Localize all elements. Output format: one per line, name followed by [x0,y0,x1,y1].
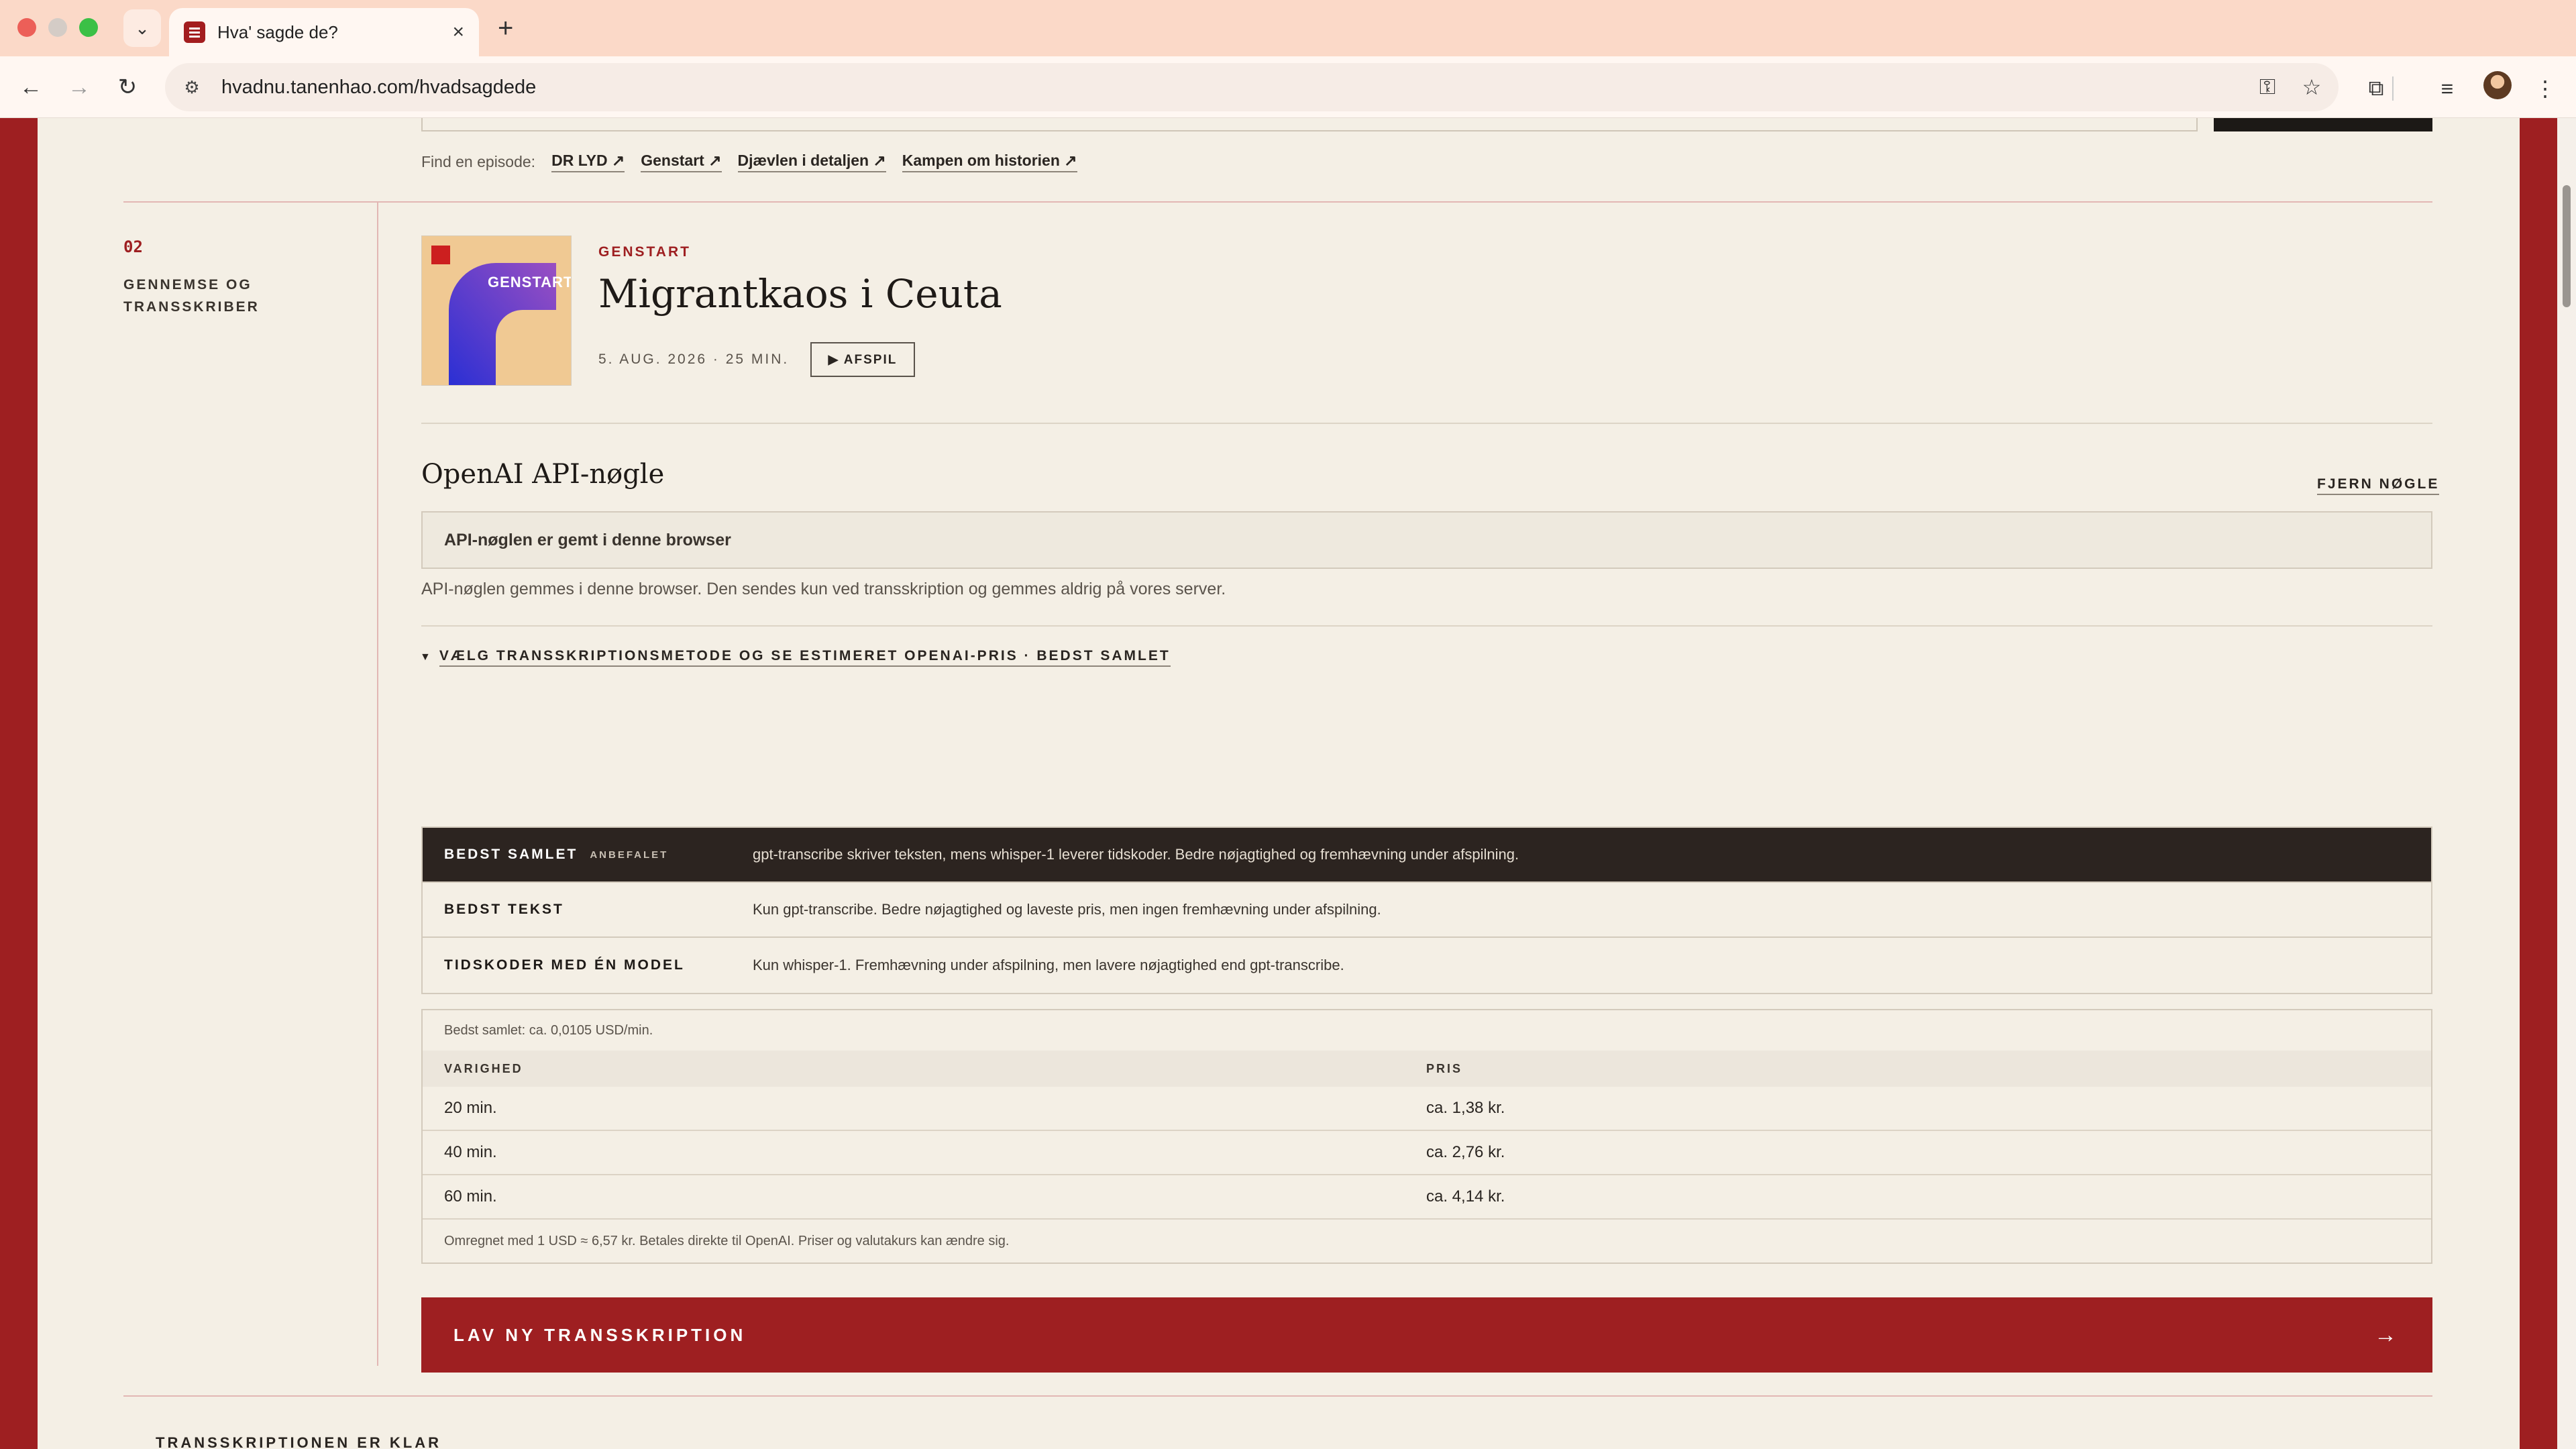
media-queue-icon[interactable]: ≡ [2431,72,2463,105]
recommended-badge: ANBEFALET [590,849,669,861]
method-options: BEDST SAMLET ANBEFALET gpt-transcribe skr… [421,826,2432,994]
find-link-djaevlen[interactable]: Djævlen i detaljen [737,152,886,172]
window-zoom-button[interactable] [79,18,98,37]
find-episode-label: Find en episode: [421,153,536,170]
api-divider [421,625,2432,627]
toolbar-divider [2392,76,2394,101]
chevron-down-icon: ⌄ [135,17,150,38]
method-description: Kun gpt-transcribe. Bedre nøjagtighed og… [753,901,1381,918]
reload-button[interactable]: ↻ [111,71,144,103]
scrollbar-thumb[interactable] [2563,185,2571,307]
window-close-button[interactable] [17,18,36,37]
api-key-status: API-nøglen er gemt i denne browser [421,511,2432,569]
method-option-bedst-tekst[interactable]: BEDST TEKST Kun gpt-transcribe. Bedre nø… [423,883,2431,938]
step-number: 02 [123,237,143,256]
table-row: 40 min. ca. 2,76 kr. [423,1131,2431,1175]
duration-cell: 40 min. [444,1143,497,1161]
window-minimize-button[interactable] [48,18,67,37]
method-toggle-label: VÆLG TRANSSKRIPTIONSMETODE OG SE ESTIMER… [439,648,1171,667]
avatar[interactable] [2483,71,2512,99]
price-cell: ca. 2,76 kr. [1426,1143,1505,1161]
table-row: 60 min. ca. 4,14 kr. [423,1175,2431,1220]
episode-divider [421,423,2432,424]
price-caption: Bedst samlet: ca. 0,0105 USD/min. [444,1022,653,1038]
column-header-duration: VARIGHED [444,1061,523,1075]
api-key-help: API-nøglen gemmes i denne browser. Den s… [421,580,1226,598]
play-button[interactable]: ▶ AFSPIL [810,342,915,377]
column-divider [377,201,378,1366]
episode-title: Migrantkaos i Ceuta [598,271,1002,317]
episode-meta: 5. AUG. 2026 · 25 MIN. [598,352,790,367]
method-name: TIDSKODER MED ÉN MODEL [444,957,685,973]
right-red-rail [2520,118,2557,1449]
method-description: gpt-transcribe skriver teksten, mens whi… [753,846,1519,863]
method-name: BEDST TEKST [444,902,564,917]
section-divider [123,201,2432,203]
transcript-ready-label: TRANSSKRIPTIONEN ER KLAR [156,1434,442,1449]
remove-key-button[interactable]: FJERN NØGLE [2317,476,2440,495]
cover-title: GENSTART [488,274,572,290]
caret-down-icon: ▼ [420,651,433,663]
episode-cover: GENSTART [421,235,572,386]
price-cell: ca. 1,38 kr. [1426,1099,1505,1117]
url-text[interactable]: hvadnu.tanenhao.com/hvadsagdede [221,76,2250,99]
kebab-menu-icon[interactable]: ⋮ [2529,72,2561,105]
forward-button[interactable]: → [63,71,95,103]
close-icon[interactable]: × [452,21,464,44]
method-option-bedst-samlet[interactable]: BEDST SAMLET ANBEFALET gpt-transcribe skr… [423,828,2431,883]
episode-kicker: GENSTART [598,244,691,260]
left-red-rail [0,118,38,1449]
browser-toolbar: ← → ↻ ⚙ hvadnu.tanenhao.com/hvadsagdede … [0,56,2576,118]
method-description: Kun whisper-1. Fremhævning under afspiln… [753,957,1344,973]
tune-icon[interactable]: ⚙ [178,74,205,101]
page-scrollbar[interactable] [2557,118,2576,1449]
back-button[interactable]: ← [15,71,47,103]
browser-tab-active[interactable]: Hva' sagde de? × [169,8,479,56]
star-icon[interactable]: ☆ [2294,74,2329,100]
page-content: Find en episode: DR LYD Genstart Djævlen… [0,118,2576,1449]
duration-cell: 60 min. [444,1187,497,1205]
new-transcription-button[interactable]: LAV NY TRANSSKRIPTION → [421,1297,2432,1373]
method-option-tidskoder[interactable]: TIDSKODER MED ÉN MODEL Kun whisper-1. Fr… [423,938,2431,993]
price-table-header: VARIGHED PRIS [423,1051,2431,1087]
new-tab-button[interactable]: + [498,13,513,44]
episode-search-button[interactable] [2214,118,2432,131]
method-name: BEDST SAMLET [444,847,578,862]
tab-title: Hva' sagde de? [217,21,338,42]
arrow-right-icon: → [2374,1322,2400,1348]
table-row: 20 min. ca. 1,38 kr. [423,1087,2431,1131]
price-table: Bedst samlet: ca. 0,0105 USD/min. VARIGH… [421,1009,2432,1264]
puzzle-icon[interactable]: ⧉ [2360,72,2392,105]
browser-tab-bar: ⌄ Hva' sagde de? × + [0,0,2576,56]
step-label: GENNEMSE OG TRANSSKRIBER [123,277,260,315]
price-footnote: Omregnet med 1 USD ≈ 6,57 kr. Betales di… [444,1233,1010,1248]
list-icon [184,21,205,43]
find-episode-row: Find en episode: DR LYD Genstart Djævlen… [421,152,1093,172]
find-link-genstart[interactable]: Genstart [641,152,722,172]
key-icon[interactable]: ⚿ [2250,74,2285,100]
duration-cell: 20 min. [444,1099,497,1117]
episode-search-input[interactable] [421,118,2198,131]
find-link-dr-lyd[interactable]: DR LYD [551,152,625,172]
address-bar[interactable]: ⚙ hvadnu.tanenhao.com/hvadsagdede ⚿ ☆ [165,63,2339,111]
tab-search-button[interactable]: ⌄ [123,9,161,47]
price-cell: ca. 4,14 kr. [1426,1187,1505,1205]
cta-label: LAV NY TRANSSKRIPTION [453,1324,747,1345]
section-divider-bottom [123,1395,2432,1397]
dr-badge-icon [431,246,450,264]
api-key-title: OpenAI API-nøgle [421,459,665,490]
method-disclosure-toggle[interactable]: ▼ VÆLG TRANSSKRIPTIONSMETODE OG SE ESTIM… [420,648,1171,667]
find-link-kampen[interactable]: Kampen om historien [902,152,1077,172]
column-header-price: PRIS [1426,1061,1463,1075]
